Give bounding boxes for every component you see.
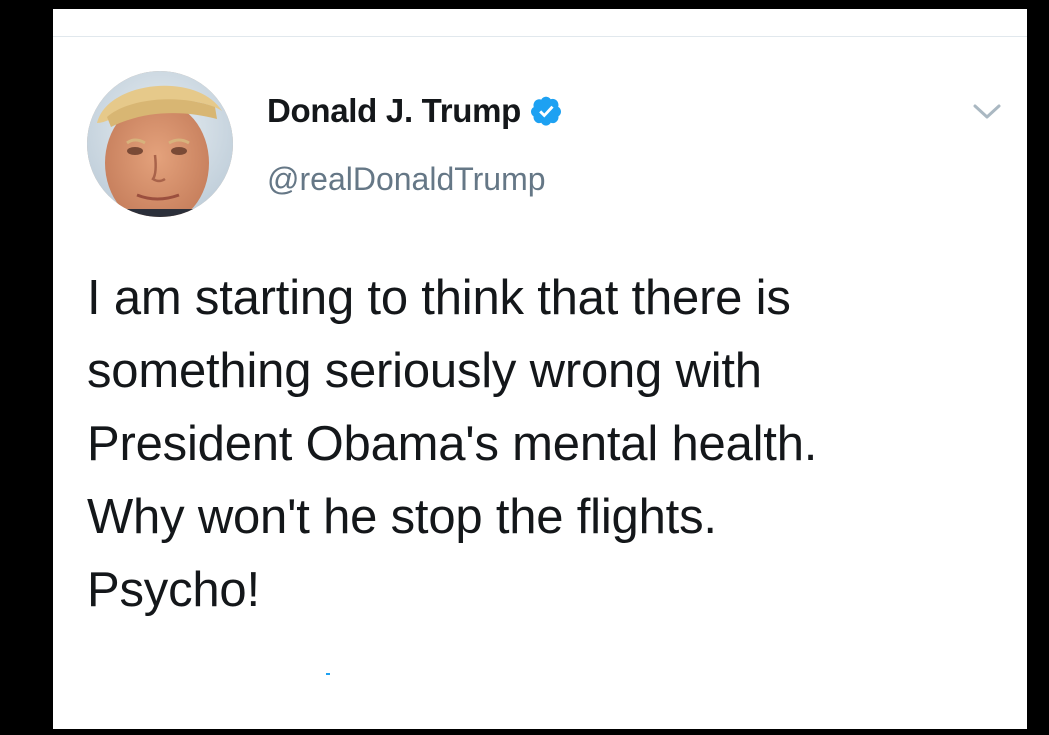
- avatar[interactable]: [87, 71, 233, 217]
- verified-badge-icon: [531, 96, 562, 127]
- link-artifact: [326, 673, 330, 675]
- top-divider: [53, 36, 1027, 37]
- chevron-down-icon[interactable]: [971, 100, 1003, 124]
- author-name[interactable]: Donald J. Trump: [267, 92, 521, 130]
- tweet-text: I am starting to think that there is som…: [87, 271, 818, 617]
- tweet-card: Donald J. Trump @realDonaldTrump I am st…: [53, 9, 1027, 729]
- author-name-row[interactable]: Donald J. Trump: [267, 92, 562, 130]
- author-handle[interactable]: @realDonaldTrump: [267, 161, 546, 198]
